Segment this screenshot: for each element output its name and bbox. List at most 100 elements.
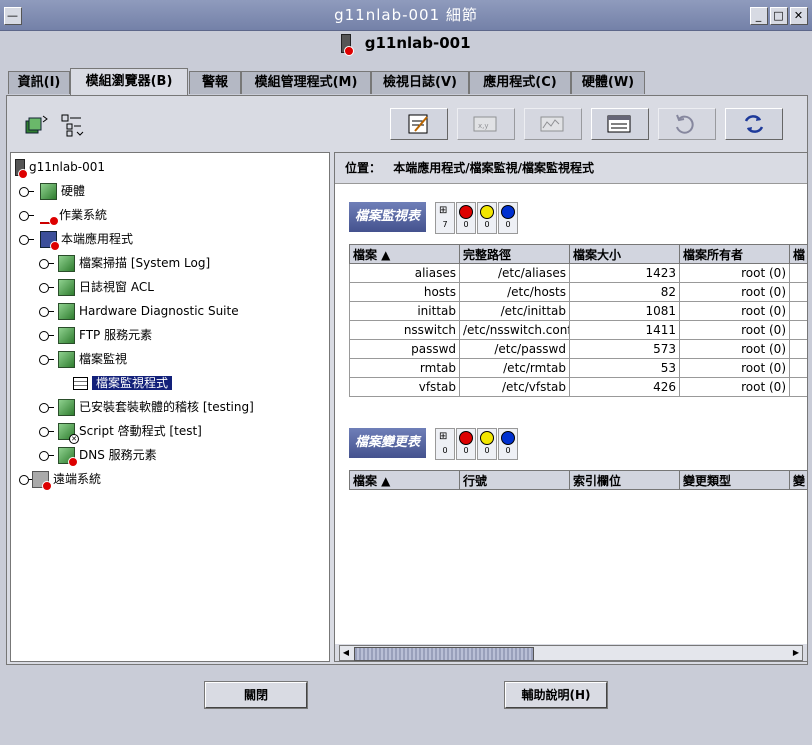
tree-item-script[interactable]: ✕ Script 啓動程式 [test]	[39, 421, 202, 444]
tree-item-dns[interactable]: DNS 服務元素	[39, 445, 157, 467]
hardware-icon	[40, 183, 57, 200]
monitor-stat-info: 0	[498, 202, 518, 234]
cell: /etc/hosts	[459, 282, 570, 302]
cell	[789, 358, 807, 378]
expand-handle[interactable]	[19, 474, 34, 485]
tree-item-file-monitor[interactable]: 檔案監視	[39, 349, 127, 369]
table-row[interactable]: passwd/etc/passwd 573 root (0)	[349, 339, 807, 359]
column-header[interactable]: 檔案所有者	[679, 244, 790, 264]
table-row[interactable]: rmtab/etc/rmtab 53 root (0)	[349, 358, 807, 378]
module-icon	[58, 447, 78, 467]
maximize-button[interactable]: □	[770, 7, 788, 25]
expand-handle[interactable]	[39, 330, 54, 341]
minimize-button[interactable]: _	[750, 7, 768, 25]
tree-item-file-monitor-program[interactable]: 檔案監視程式	[73, 373, 173, 393]
scroll-left-icon[interactable]: ◀	[340, 646, 352, 660]
refresh-selected-button[interactable]	[658, 108, 716, 140]
cell	[789, 339, 807, 359]
expand-handle[interactable]	[39, 282, 54, 293]
column-header[interactable]: 變	[789, 470, 807, 490]
cell	[789, 282, 807, 302]
info-icon	[501, 205, 515, 219]
tree-item-file-scan[interactable]: 檔案掃描 [System Log]	[39, 253, 210, 273]
cell: hosts	[349, 282, 460, 302]
tree-view-icon[interactable]	[23, 112, 49, 138]
tab-module-browser[interactable]: 模組瀏覽器(B)	[70, 68, 188, 95]
table-row[interactable]: inittab/etc/inittab 1081 root (0)	[349, 301, 807, 321]
window-menu-button[interactable]: —	[4, 7, 22, 25]
help-button[interactable]: 輔助說明(H)	[504, 681, 608, 709]
file-monitor-table: 檔案 ▲ 完整路徑 檔案大小 檔案所有者 檔 aliases/etc/alias…	[349, 244, 807, 397]
column-header[interactable]: 索引欄位	[569, 470, 680, 490]
tab-module-manager[interactable]: 模組管理程式(M)	[241, 71, 371, 94]
cell: root (0)	[679, 358, 790, 378]
module-icon: ✕	[58, 423, 79, 444]
cell: /etc/rmtab	[459, 358, 570, 378]
cell: 426	[569, 377, 680, 397]
column-header[interactable]: 檔	[789, 244, 807, 264]
change-stat-info: 0	[498, 428, 518, 460]
expand-handle[interactable]	[19, 210, 34, 221]
cell: root (0)	[679, 263, 790, 283]
column-header[interactable]: 行號	[459, 470, 570, 490]
tree-label: 檔案監視	[79, 352, 128, 366]
expand-handle[interactable]	[39, 450, 54, 461]
tab-view-log[interactable]: 檢視日誌(V)	[371, 71, 469, 94]
column-header[interactable]: 檔案 ▲	[349, 470, 460, 490]
tree-label: 日誌視窗 ACL	[79, 280, 154, 294]
tree-item-os[interactable]: 作業系統	[19, 205, 107, 226]
column-header[interactable]: 完整路徑	[459, 244, 570, 264]
expand-handle[interactable]	[39, 426, 54, 437]
tab-hardware[interactable]: 硬體(W)	[571, 71, 645, 94]
collapse-handle[interactable]	[39, 354, 54, 365]
table-row[interactable]: hosts/etc/hosts 82 root (0)	[349, 282, 807, 302]
tab-applications[interactable]: 應用程式(C)	[469, 71, 571, 94]
tree-label: 檔案掃描 [System Log]	[79, 256, 211, 270]
module-tree: g11nlab-001 硬體 作業系統 本端應用程式 檔案掃描 [System …	[10, 152, 330, 662]
table-row[interactable]: aliases/etc/aliases 1423 root (0)	[349, 263, 807, 283]
tree-item-pkg-audit[interactable]: 已安裝套裝軟體的稽核 [testing]	[39, 397, 254, 417]
tree-root[interactable]: g11nlab-001	[15, 157, 105, 179]
collapse-handle[interactable]	[19, 234, 34, 245]
tree-item-hw-diag[interactable]: Hardware Diagnostic Suite	[39, 301, 239, 321]
change-stat-critical: 0	[456, 428, 476, 460]
os-icon	[40, 207, 59, 226]
expand-handle[interactable]	[39, 306, 54, 317]
expand-handle[interactable]	[39, 402, 54, 413]
tab-alarms[interactable]: 警報	[189, 71, 241, 94]
table-row[interactable]: vfstab/etc/vfstab 426 root (0)	[349, 377, 807, 397]
column-header[interactable]: 檔案大小	[569, 244, 680, 264]
tab-info[interactable]: 資訊(I)	[8, 71, 70, 94]
cell: 1081	[569, 301, 680, 321]
horizontal-scrollbar[interactable]: ◀ ▶	[339, 645, 803, 661]
attribute-editor-button[interactable]	[591, 108, 649, 140]
topology-view-icon[interactable]	[59, 112, 85, 138]
module-browser-panel: x,y g11nlab-001 硬體 作業系統 本端應用程式 檔案掃描 [Sys…	[6, 95, 808, 665]
refresh-all-button[interactable]	[725, 108, 783, 140]
column-header[interactable]: 檔案 ▲	[349, 244, 460, 264]
column-header[interactable]: 變更類型	[679, 470, 790, 490]
module-icon	[58, 279, 75, 296]
tree-item-remote[interactable]: 遠端系統	[19, 469, 101, 491]
close-window-button[interactable]: ✕	[790, 7, 808, 25]
location-label: 位置：	[345, 161, 382, 175]
module-icon	[58, 399, 75, 416]
graph-button[interactable]	[524, 108, 582, 140]
tree-item-local-apps[interactable]: 本端應用程式	[19, 229, 133, 251]
tree-item-hardware[interactable]: 硬體	[19, 181, 85, 201]
tree-label: DNS 服務元素	[79, 448, 157, 462]
table-row[interactable]: nsswitch/etc/nsswitch.conf 1411 root (0)	[349, 320, 807, 340]
expand-handle[interactable]	[39, 258, 54, 269]
edit-properties-button[interactable]	[390, 108, 448, 140]
cell: /etc/nsswitch.conf	[459, 320, 570, 340]
cell: vfstab	[349, 377, 460, 397]
cell: /etc/passwd	[459, 339, 570, 359]
tree-item-ftp[interactable]: FTP 服務元素	[39, 325, 152, 345]
scroll-right-icon[interactable]: ▶	[790, 646, 802, 660]
tree-item-log-acl[interactable]: 日誌視窗 ACL	[39, 277, 154, 297]
probe-button[interactable]: x,y	[457, 108, 515, 140]
close-button[interactable]: 關閉	[204, 681, 308, 709]
expand-handle[interactable]	[19, 186, 34, 197]
change-table-title: 檔案變更表	[349, 428, 427, 458]
scroll-thumb[interactable]	[354, 647, 534, 661]
